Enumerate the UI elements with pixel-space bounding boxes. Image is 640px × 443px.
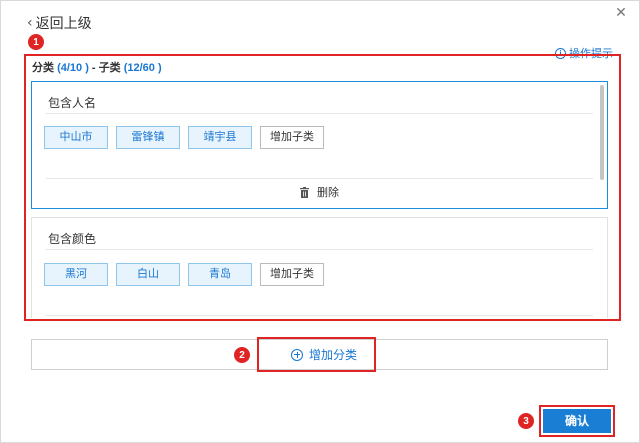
- category-summary: 分类 (4/10 ) - 子类 (12/60 ): [32, 59, 162, 75]
- back-button[interactable]: ‹ 返回上级: [27, 13, 92, 33]
- add-subcategory-button[interactable]: 增加子类: [260, 126, 324, 149]
- tag-heihe[interactable]: 黑河: [44, 263, 108, 286]
- add-subcategory-button[interactable]: 增加子类: [260, 263, 324, 286]
- close-icon[interactable]: ✕: [613, 6, 629, 22]
- back-label: 返回上级: [35, 16, 92, 32]
- step-marker-3: 3: [518, 413, 534, 429]
- plus-circle-icon: [291, 348, 303, 361]
- divider: [46, 113, 593, 114]
- delete-label: 删除: [317, 187, 339, 199]
- add-category-button[interactable]: 增加分类: [291, 346, 357, 363]
- add-category-label: 增加分类: [309, 348, 358, 362]
- confirm-button[interactable]: 确认: [543, 409, 611, 433]
- tag-list: 中山市 雷锋镇 靖宇县 增加子类: [44, 126, 324, 149]
- tag-zhongshan[interactable]: 中山市: [44, 126, 108, 149]
- divider: [46, 315, 593, 316]
- tag-baishan[interactable]: 白山: [116, 263, 180, 286]
- delete-group-button[interactable]: 删除: [32, 184, 607, 200]
- step-marker-2: 2: [234, 347, 250, 363]
- summary-sub-count: (12/60 ): [123, 62, 162, 74]
- chevron-left-icon: ‹: [27, 15, 33, 31]
- group-title: 包含人名: [48, 96, 97, 110]
- summary-category-label: 分类: [32, 62, 54, 74]
- tag-jingyu[interactable]: 靖宇县: [188, 126, 252, 149]
- divider: [46, 249, 593, 250]
- divider: [46, 178, 593, 179]
- category-group-2[interactable]: 包含颜色 黑河 白山 青岛 增加子类: [31, 217, 608, 318]
- summary-category-count: (4/10 ): [57, 62, 89, 74]
- step-marker-1: 1: [28, 34, 44, 50]
- trash-icon: [300, 186, 309, 198]
- summary-separator: -: [88, 62, 99, 74]
- category-group-1[interactable]: 包含人名 中山市 雷锋镇 靖宇县 增加子类 删除: [31, 81, 608, 209]
- tag-qingdao[interactable]: 青岛: [188, 263, 252, 286]
- summary-sub-label: 子类: [98, 62, 121, 74]
- scrollbar[interactable]: [600, 85, 604, 180]
- group-title: 包含颜色: [48, 232, 97, 246]
- dialog-page: ‹ 返回上级 ✕ 1 i 操作提示 分类 (4/10 ) - 子类 (12/60…: [0, 0, 640, 443]
- tag-list: 黑河 白山 青岛 增加子类: [44, 263, 324, 286]
- tag-leifeng[interactable]: 雷锋镇: [116, 126, 180, 149]
